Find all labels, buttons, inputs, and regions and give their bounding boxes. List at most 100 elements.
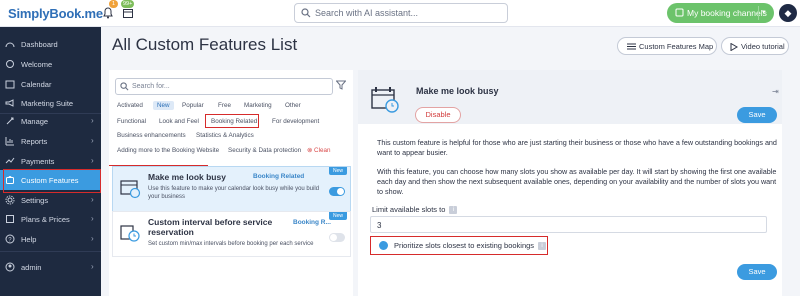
feature-description: Use this feature to make your calendar l… [148,186,320,200]
filter-chip-new[interactable]: New [153,101,174,110]
disable-button[interactable]: Disable [415,107,461,123]
collapse-panel-icon[interactable]: ⇥ [772,87,779,96]
filter-chip-marketing[interactable]: Marketing [244,102,272,109]
welcome-icon [6,60,14,68]
sidebar-item-label: Plans & Prices [21,215,70,224]
calendar-badge: 99+ [121,0,135,8]
filter-chip-adding-more[interactable]: Adding more to the Booking Website [117,147,219,154]
booking-channels-button[interactable]: My booking channels ▾ [667,3,774,23]
chevron-right-icon: › [91,262,94,271]
feature-card[interactable]: Custom interval before service reservati… [112,211,351,257]
filter-chip-other[interactable]: Other [285,102,301,109]
search-icon [120,82,129,91]
search-placeholder: Search for... [132,83,170,90]
filter-chip-business-enhancements[interactable]: Business enhancements [117,132,186,139]
info-icon[interactable]: i [449,206,458,215]
filter-chip-look-and-feel[interactable]: Look and Feel [159,118,199,125]
filter-chip-for-development[interactable]: For development [272,118,319,125]
sidebar-item-label: Dashboard [21,40,58,49]
video-tutorial-button[interactable]: Video tutorial [721,37,789,55]
button-label: Video tutorial [741,42,785,51]
sidebar-item-welcome[interactable]: Welcome [0,54,101,74]
description-paragraph: With this feature, you can choose how ma… [377,167,777,196]
top-bar: SimplyBook.me 1 99+ Search with AI assis… [0,0,800,27]
highlight-box [370,236,548,255]
features-search-input[interactable]: Search for... [115,78,333,95]
chevron-right-icon: › [91,156,94,165]
page-title: All Custom Features List [112,35,298,54]
detail-header: Make me look busy Disable Save ⇥ [358,70,782,124]
sidebar-item-help[interactable]: ? Help › [0,229,101,249]
reports-icon [5,137,14,146]
sidebar-item-payments[interactable]: Payments › [0,151,101,171]
save-button[interactable]: Save [737,107,777,123]
sidebar-item-label: Calendar [21,80,52,89]
search-placeholder: Search with AI assistant... [315,8,419,18]
clock-calendar-icon [120,225,140,242]
sidebar-item-marketing-suite[interactable]: Marketing Suite [0,93,101,113]
filter-chip-activated[interactable]: Activated [117,102,143,109]
sidebar-item-reports[interactable]: Reports › [0,131,101,151]
busy-calendar-icon [120,180,141,199]
sidebar-item-dashboard[interactable]: Dashboard [0,34,101,54]
filter-chip-functional[interactable]: Functional [117,118,146,125]
channels-label: My booking channels [687,8,767,18]
avatar[interactable]: ◆ [779,4,797,22]
detail-title: Make me look busy [416,86,499,96]
ai-search-input[interactable]: Search with AI assistant... [294,3,508,23]
chevron-right-icon: › [91,116,94,125]
filter-chip-statistics-analytics[interactable]: Statistics & Analytics [196,132,254,139]
busy-calendar-icon [371,87,399,113]
chevron-down-icon[interactable]: ▾ [762,8,766,16]
plans-icon [6,215,14,223]
slots-limit-input[interactable]: 3 [370,216,767,233]
filter-chip-popular[interactable]: Popular [182,102,204,109]
setting-label: Limit available slots to i [372,205,458,215]
sidebar-item-manage[interactable]: Manage › [0,111,101,131]
chevron-right-icon: › [91,234,94,243]
feature-toggle[interactable] [329,187,345,196]
sidebar-item-label: Settings [21,196,49,205]
chevron-right-icon: › [91,136,94,145]
bell-icon[interactable] [102,7,114,19]
play-icon [730,43,738,51]
chevron-right-icon: › [91,195,94,204]
notifications-badge: 1 [109,0,118,8]
user-icon [5,262,15,272]
sidebar-item-admin[interactable]: admin › [0,257,101,277]
megaphone-icon [5,99,14,107]
feature-detail-panel: Make me look busy Disable Save ⇥ This cu… [358,70,782,296]
filter-icon[interactable] [336,80,346,90]
sidebar-item-label: Marketing Suite [21,99,74,108]
save-button[interactable]: Save [737,264,777,280]
calendar-icon[interactable] [122,7,134,19]
feature-title: Make me look busy [148,172,226,182]
feature-tag: Booking Related [253,173,305,180]
logo[interactable]: SimplyBook.me [8,6,103,21]
button-label: Custom Features Map [639,42,714,51]
chevron-right-icon: › [91,214,94,223]
sidebar-item-label: Help [21,235,37,244]
channels-icon [675,8,684,17]
sidebar-item-label: Reports [21,137,48,146]
manage-icon [6,117,14,125]
payments-icon [5,157,15,164]
calendar-icon [5,80,15,89]
highlight-box [3,169,101,193]
divider [0,251,101,252]
feature-toggle[interactable] [329,233,345,242]
filter-chip-security[interactable]: Security & Data protection [228,147,301,154]
sidebar-item-calendar[interactable]: Calendar [0,74,101,94]
gear-icon [5,195,15,205]
sidebar-item-settings[interactable]: Settings › [0,190,101,210]
highlight-box [205,114,259,128]
filter-chip-free[interactable]: Free [218,102,231,109]
feature-card[interactable]: Make me look busy Booking Related Use th… [112,166,351,212]
sidebar-item-plans-prices[interactable]: Plans & Prices › [0,209,101,229]
help-icon: ? [5,234,15,244]
custom-features-map-button[interactable]: Custom Features Map [617,37,717,55]
clean-filters-button[interactable]: ⊗ Clean [307,147,330,154]
description-paragraph: This custom feature is helpful for those… [377,138,777,157]
feature-description: Set custom min/max intervals before book… [148,241,314,247]
divider [758,6,759,20]
